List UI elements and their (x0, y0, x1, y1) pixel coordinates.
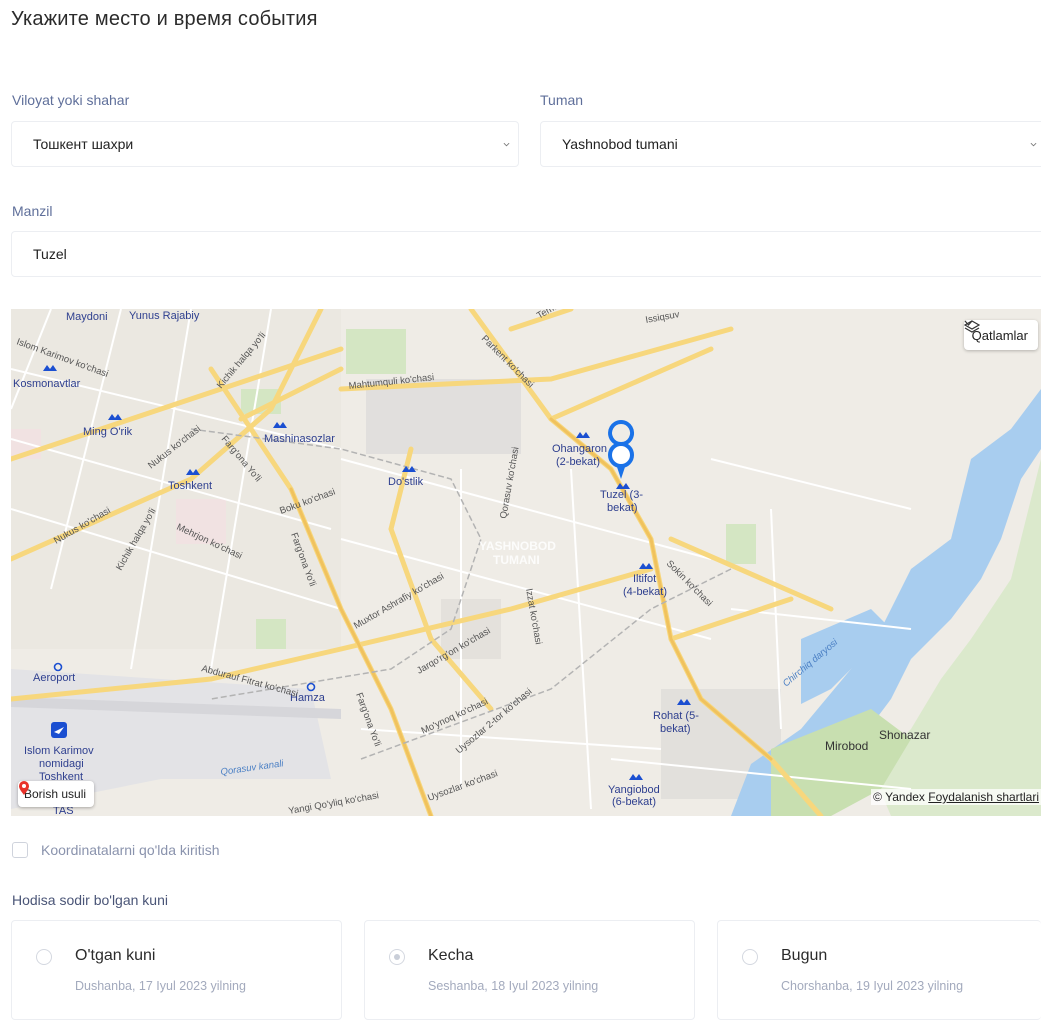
map-label: Mirobod (825, 739, 868, 753)
map-label: Iltifot (633, 573, 656, 585)
map-label: Tuzel (3- (600, 489, 643, 501)
map-label: Kosmonavtlar (13, 378, 81, 390)
map-label: Shonazar (879, 728, 930, 742)
day-radio[interactable] (389, 949, 405, 965)
map-label: (4-bekat) (623, 586, 667, 598)
district-select[interactable]: Yashnobod tumani (540, 121, 1041, 167)
day-option-card[interactable]: Kecha Seshanba, 18 Iyul 2023 yilning (364, 920, 695, 1020)
route-button[interactable]: Borish usuli (18, 781, 95, 807)
map[interactable]: Maydoni Yunus Rajabiy Kosmonavtlar Ming … (11, 309, 1041, 816)
map-label: Yangiobod (608, 784, 660, 796)
map-label: Aeroport (33, 672, 75, 684)
map-label: YASHNOBOD (479, 539, 556, 553)
map-label: bekat) (607, 502, 638, 514)
day-option-name: Bugun (781, 947, 828, 964)
day-option-date: Dushanba, 17 Iyul 2023 yilning (75, 979, 246, 993)
layers-label: Qatlamlar (971, 327, 1028, 343)
map-label: Rohat (5- (653, 710, 699, 722)
map-label: Toshkent (168, 480, 212, 492)
map-copyright: © Yandex Foydalanish shartlari (871, 789, 1041, 805)
page-title: Укажите место и время события (11, 8, 318, 30)
address-input[interactable]: Tuzel (11, 231, 1041, 277)
chevron-down-icon (503, 142, 510, 147)
region-select[interactable]: Тошкент шахри (11, 121, 519, 167)
day-option-card[interactable]: Bugun Chorshanba, 19 Iyul 2023 yilning (717, 920, 1041, 1020)
region-label: Viloyat yoki shahar (12, 92, 130, 108)
date-section-label: Hodisa sodir bo'lgan kuni (12, 892, 168, 908)
map-label: Islom Karimov (24, 745, 94, 757)
day-option-date: Seshanba, 18 Iyul 2023 yilning (428, 979, 599, 993)
district-select-value: Yashnobod tumani (562, 136, 678, 152)
map-label: nomidagi (39, 758, 84, 770)
day-option-name: O'tgan kuni (75, 947, 156, 964)
map-label: Do'stlik (388, 476, 424, 488)
manual-coords-checkbox[interactable] (12, 842, 28, 858)
map-label: Ming O'rik (83, 426, 133, 438)
day-radio[interactable] (36, 949, 52, 965)
map-label: Mashinasozlar (264, 433, 335, 445)
chevron-down-icon (964, 320, 973, 326)
map-canvas[interactable]: Maydoni Yunus Rajabiy Kosmonavtlar Ming … (11, 309, 1041, 816)
map-label: TUMANI (493, 553, 540, 567)
day-option-card[interactable]: O'tgan kuni Dushanba, 17 Iyul 2023 yilni… (11, 920, 342, 1020)
map-pin-icon (19, 781, 29, 795)
day-option-name: Kecha (428, 947, 474, 964)
route-label: Borish usuli (24, 787, 87, 801)
manual-coords-label: Koordinatalarni qo'lda kiritish (41, 842, 220, 858)
terms-link[interactable]: Foydalanish shartlari (928, 790, 1039, 804)
map-label: Ohangaron (552, 443, 607, 455)
map-label: (2-bekat) (556, 456, 600, 468)
map-label: Maydoni (66, 311, 108, 323)
district-label: Tuman (540, 92, 584, 108)
manual-coords-row[interactable]: Koordinatalarni qo'lda kiritish (12, 842, 220, 858)
map-label: bekat) (660, 723, 691, 735)
map-label: (6-bekat) (612, 796, 656, 808)
layers-button[interactable]: Qatlamlar (963, 320, 1038, 350)
copyright-text: © Yandex (873, 790, 925, 804)
day-option-date: Chorshanba, 19 Iyul 2023 yilning (781, 979, 964, 993)
address-label: Manzil (12, 203, 53, 219)
region-select-value: Тошкент шахри (33, 136, 134, 152)
address-input-value: Tuzel (33, 246, 67, 262)
day-radio[interactable] (742, 949, 758, 965)
chevron-down-icon (1030, 142, 1037, 147)
map-label: Yunus Rajabiy (129, 310, 200, 322)
